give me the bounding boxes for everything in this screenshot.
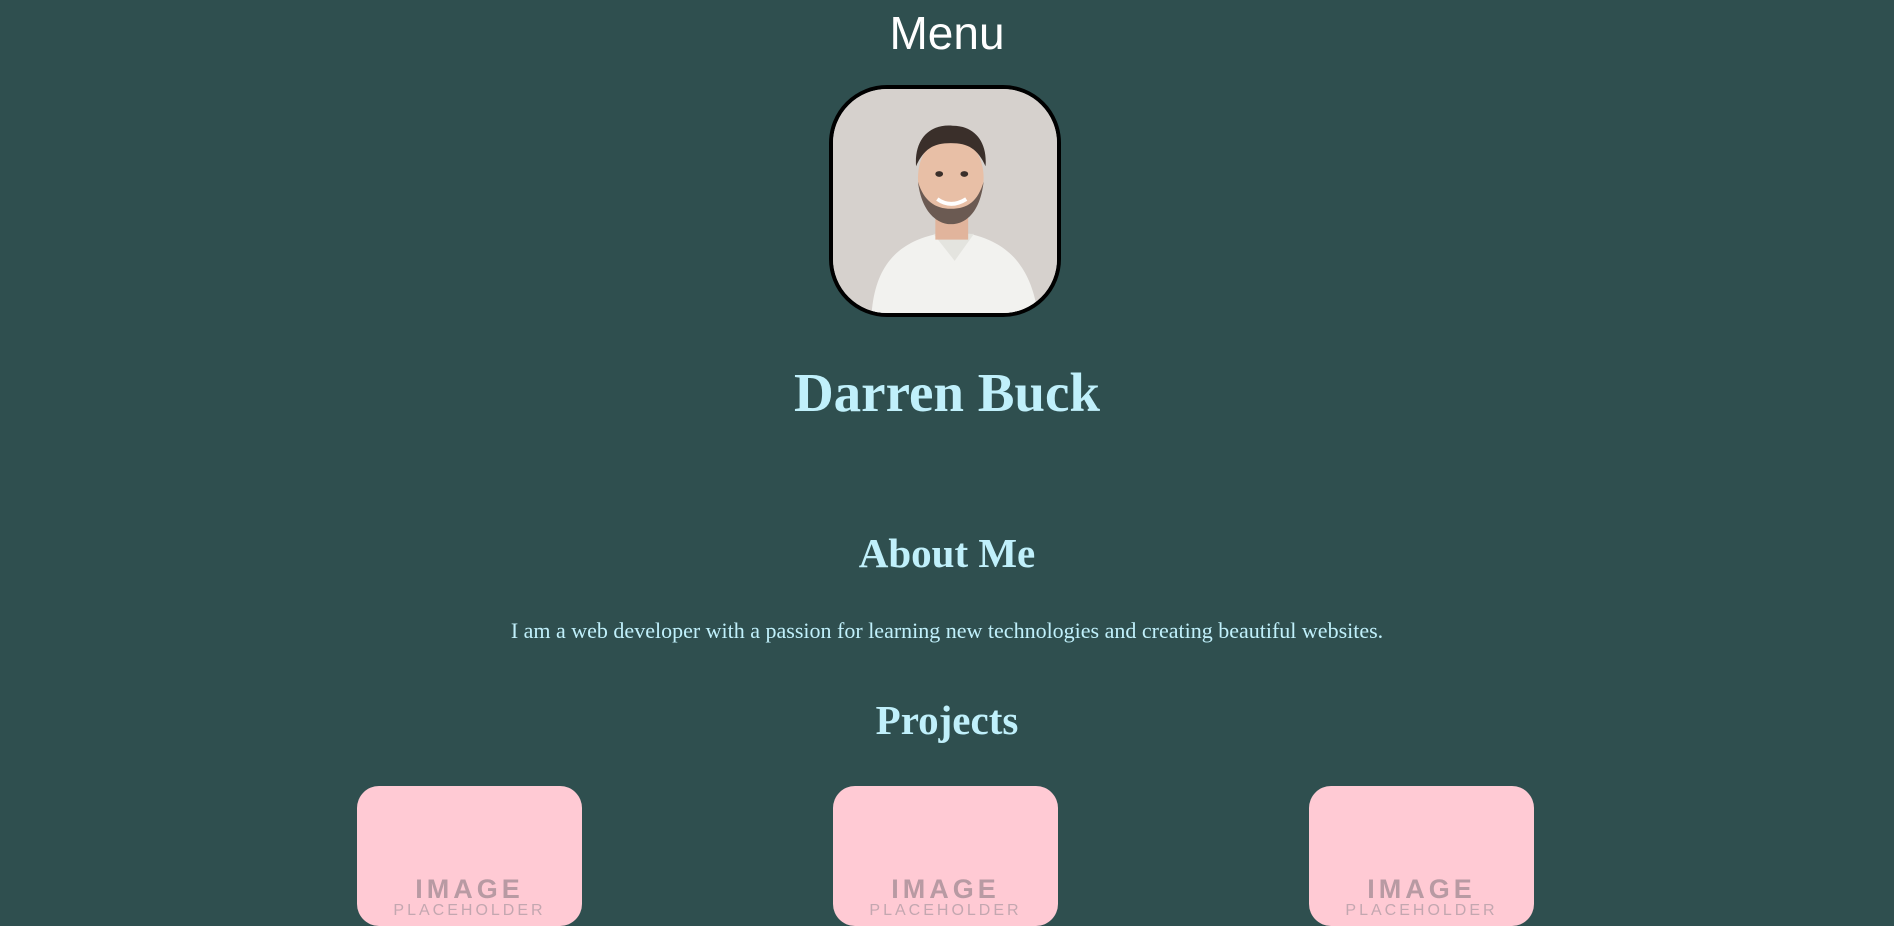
about-text: I am a web developer with a passion for … [510,618,1384,643]
project-card[interactable]: IMAGE PLACEHOLDER [1309,786,1534,926]
placeholder-title: IMAGE [415,874,524,904]
profile-portrait-image [833,89,1057,313]
placeholder-subtitle: PLACEHOLDER [393,902,546,919]
profile-photo [829,85,1061,317]
placeholder-subtitle: PLACEHOLDER [869,902,1022,919]
placeholder-title: IMAGE [1367,874,1476,904]
projects-heading: Projects [875,697,1019,743]
placeholder-subtitle: PLACEHOLDER [1345,902,1498,919]
project-card[interactable]: IMAGE PLACEHOLDER [357,786,582,926]
about-heading: About Me [858,530,1036,576]
placeholder-title: IMAGE [891,874,1000,904]
project-card[interactable]: IMAGE PLACEHOLDER [833,786,1058,926]
profile-name: Darren Buck [793,362,1101,423]
menu-toggle[interactable]: Menu [0,4,1894,62]
